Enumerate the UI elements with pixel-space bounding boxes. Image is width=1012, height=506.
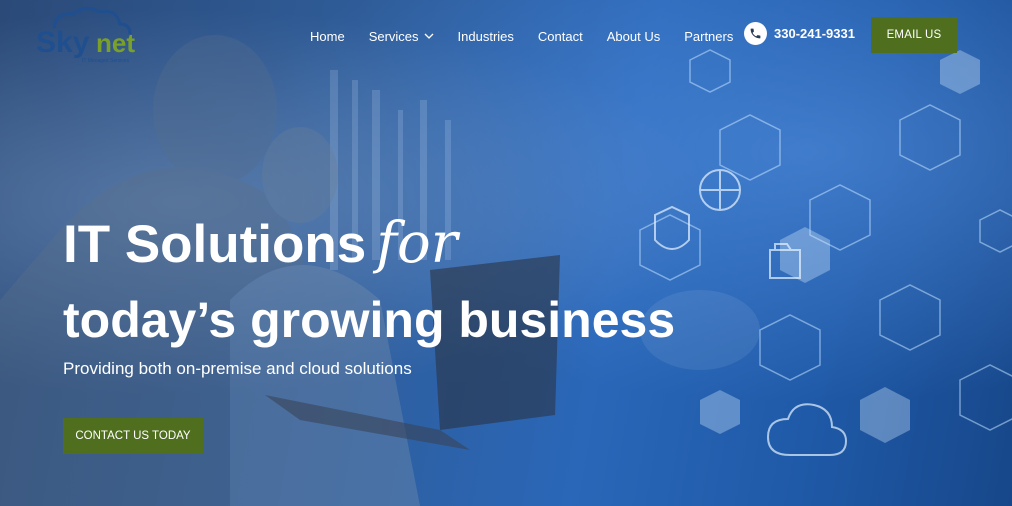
nav-partners[interactable]: Partners — [684, 29, 733, 44]
hero-section: Sky net IT Managed Services Home Service… — [0, 0, 1012, 506]
phone-number: 330-241-9331 — [774, 26, 855, 41]
phone-icon — [744, 22, 767, 45]
nav-services-label: Services — [368, 28, 419, 44]
nav-home-label: Home — [310, 28, 345, 44]
main-nav: Home Services Industries Contact About U… — [310, 26, 757, 46]
nav-contact-label: Contact — [537, 28, 583, 44]
email-us-button[interactable]: EMAIL US — [871, 17, 957, 53]
hero-title-line1: IT Solutions for — [63, 212, 457, 277]
hero-title-main: IT Solutions — [63, 215, 367, 274]
nav-industries[interactable]: Industries — [458, 29, 514, 44]
contact-us-today-button[interactable]: CONTACT US TODAY — [63, 418, 203, 454]
chevron-down-icon — [424, 33, 434, 39]
logo-tagline: IT Managed Services — [82, 58, 130, 64]
nav-contact[interactable]: Contact — [538, 29, 583, 44]
logo-wordmark-net: net — [96, 28, 135, 58]
logo-wordmark-sky: Sky — [36, 26, 90, 59]
nav-about-us[interactable]: About Us — [607, 29, 660, 44]
nav-partners-label: Partners — [684, 28, 734, 44]
skynet-logo[interactable]: Sky net IT Managed Services — [34, 6, 152, 66]
nav-services[interactable]: Services — [369, 29, 434, 44]
nav-about-us-label: About Us — [606, 28, 661, 44]
nav-home[interactable]: Home — [310, 29, 345, 44]
phone-link[interactable]: 330-241-9331 — [744, 22, 855, 45]
hero-title-script: for — [376, 211, 458, 276]
hero-subtitle: Providing both on-premise and cloud solu… — [63, 359, 412, 378]
hero-title-line2: today’s growing business — [63, 292, 676, 348]
nav-industries-label: Industries — [457, 28, 514, 44]
